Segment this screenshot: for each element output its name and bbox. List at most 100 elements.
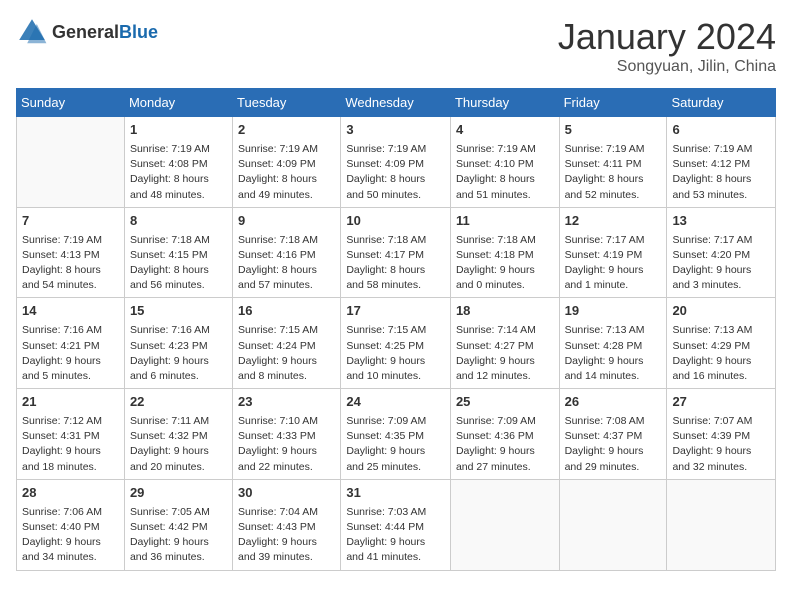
day-number: 20 [672, 302, 770, 321]
day-info: Sunrise: 7:05 AMSunset: 4:42 PMDaylight:… [130, 505, 227, 566]
day-info: Sunrise: 7:12 AMSunset: 4:31 PMDaylight:… [22, 414, 119, 475]
logo-icon [16, 16, 48, 48]
day-header-monday: Monday [124, 89, 232, 117]
calendar-table: SundayMondayTuesdayWednesdayThursdayFrid… [16, 88, 776, 571]
day-number: 18 [456, 302, 554, 321]
calendar-cell [450, 479, 559, 570]
day-info: Sunrise: 7:17 AMSunset: 4:20 PMDaylight:… [672, 233, 770, 294]
day-info: Sunrise: 7:16 AMSunset: 4:23 PMDaylight:… [130, 323, 227, 384]
day-info: Sunrise: 7:09 AMSunset: 4:35 PMDaylight:… [346, 414, 445, 475]
calendar-cell: 5Sunrise: 7:19 AMSunset: 4:11 PMDaylight… [559, 117, 667, 208]
day-number: 12 [565, 212, 662, 231]
day-info: Sunrise: 7:19 AMSunset: 4:08 PMDaylight:… [130, 142, 227, 203]
calendar-cell [559, 479, 667, 570]
day-info: Sunrise: 7:13 AMSunset: 4:29 PMDaylight:… [672, 323, 770, 384]
calendar-cell: 25 Sunrise: 7:09 AMSunset: 4:36 PMDayligh… [450, 389, 559, 480]
day-number: 27 [672, 393, 770, 412]
calendar-cell: 14 Sunrise: 7:16 AMSunset: 4:21 PMDayligh… [17, 298, 125, 389]
calendar-cell [17, 117, 125, 208]
day-number: 24 [346, 393, 445, 412]
calendar-cell: 26 Sunrise: 7:08 AMSunset: 4:37 PMDayligh… [559, 389, 667, 480]
calendar-cell: 9Sunrise: 7:18 AMSunset: 4:16 PMDaylight… [233, 207, 341, 298]
calendar-cell: 6Sunrise: 7:19 AMSunset: 4:12 PMDaylight… [667, 117, 776, 208]
calendar-cell: 17Sunrise: 7:15 AMSunset: 4:25 PMDayligh… [341, 298, 451, 389]
calendar-cell: 28 Sunrise: 7:06 AMSunset: 4:40 PMDayligh… [17, 479, 125, 570]
day-number: 13 [672, 212, 770, 231]
calendar-cell: 31Sunrise: 7:03 AMSunset: 4:44 PMDayligh… [341, 479, 451, 570]
location-title: Songyuan, Jilin, China [558, 58, 776, 76]
day-number: 16 [238, 302, 335, 321]
day-header-saturday: Saturday [667, 89, 776, 117]
day-info: Sunrise: 7:18 AMSunset: 4:17 PMDaylight:… [346, 233, 445, 294]
day-number: 21 [22, 393, 119, 412]
calendar-cell: 12 Sunrise: 7:17 AMSunset: 4:19 PMDayligh… [559, 207, 667, 298]
day-info: Sunrise: 7:13 AMSunset: 4:28 PMDaylight:… [565, 323, 662, 384]
day-info: Sunrise: 7:19 AMSunset: 4:09 PMDaylight:… [346, 142, 445, 203]
calendar-week-3: 14 Sunrise: 7:16 AMSunset: 4:21 PMDayligh… [17, 298, 776, 389]
calendar-week-1: 1Sunrise: 7:19 AMSunset: 4:08 PMDaylight… [17, 117, 776, 208]
day-number: 26 [565, 393, 662, 412]
day-info: Sunrise: 7:15 AMSunset: 4:24 PMDaylight:… [238, 323, 335, 384]
calendar-cell: 30 Sunrise: 7:04 AMSunset: 4:43 PMDayligh… [233, 479, 341, 570]
calendar-cell: 11 Sunrise: 7:18 AMSunset: 4:18 PMDayligh… [450, 207, 559, 298]
day-number: 7 [22, 212, 119, 231]
calendar-cell: 3 Sunrise: 7:19 AMSunset: 4:09 PMDaylight… [341, 117, 451, 208]
day-number: 23 [238, 393, 335, 412]
day-number: 30 [238, 484, 335, 503]
calendar-cell: 24 Sunrise: 7:09 AMSunset: 4:35 PMDayligh… [341, 389, 451, 480]
day-number: 22 [130, 393, 227, 412]
day-number: 10 [346, 212, 445, 231]
day-header-friday: Friday [559, 89, 667, 117]
day-number: 6 [672, 121, 770, 140]
logo-general: General [52, 22, 119, 42]
title-block: January 2024 Songyuan, Jilin, China [558, 16, 776, 76]
page-header: GeneralBlue January 2024 Songyuan, Jilin… [16, 16, 776, 76]
day-info: Sunrise: 7:19 AMSunset: 4:09 PMDaylight:… [238, 142, 335, 203]
calendar-cell: 4Sunrise: 7:19 AMSunset: 4:10 PMDaylight… [450, 117, 559, 208]
day-number: 8 [130, 212, 227, 231]
day-number: 19 [565, 302, 662, 321]
logo: GeneralBlue [16, 16, 158, 48]
day-number: 25 [456, 393, 554, 412]
day-info: Sunrise: 7:19 AMSunset: 4:10 PMDaylight:… [456, 142, 554, 203]
day-info: Sunrise: 7:03 AMSunset: 4:44 PMDaylight:… [346, 505, 445, 566]
logo-blue: Blue [119, 22, 158, 42]
day-info: Sunrise: 7:07 AMSunset: 4:39 PMDaylight:… [672, 414, 770, 475]
calendar-week-4: 21 Sunrise: 7:12 AMSunset: 4:31 PMDayligh… [17, 389, 776, 480]
day-header-tuesday: Tuesday [233, 89, 341, 117]
calendar-cell: 23 Sunrise: 7:10 AMSunset: 4:33 PMDayligh… [233, 389, 341, 480]
day-header-thursday: Thursday [450, 89, 559, 117]
calendar-cell: 18Sunrise: 7:14 AMSunset: 4:27 PMDayligh… [450, 298, 559, 389]
day-number: 28 [22, 484, 119, 503]
calendar-cell [667, 479, 776, 570]
calendar-header-row: SundayMondayTuesdayWednesdayThursdayFrid… [17, 89, 776, 117]
day-info: Sunrise: 7:19 AMSunset: 4:13 PMDaylight:… [22, 233, 119, 294]
calendar-cell: 20 Sunrise: 7:13 AMSunset: 4:29 PMDayligh… [667, 298, 776, 389]
calendar-cell: 15 Sunrise: 7:16 AMSunset: 4:23 PMDayligh… [124, 298, 232, 389]
calendar-cell: 27 Sunrise: 7:07 AMSunset: 4:39 PMDayligh… [667, 389, 776, 480]
day-number: 9 [238, 212, 335, 231]
day-info: Sunrise: 7:08 AMSunset: 4:37 PMDaylight:… [565, 414, 662, 475]
calendar-cell: 8Sunrise: 7:18 AMSunset: 4:15 PMDaylight… [124, 207, 232, 298]
calendar-cell: 22 Sunrise: 7:11 AMSunset: 4:32 PMDayligh… [124, 389, 232, 480]
day-info: Sunrise: 7:17 AMSunset: 4:19 PMDaylight:… [565, 233, 662, 294]
day-number: 17 [346, 302, 445, 321]
day-info: Sunrise: 7:10 AMSunset: 4:33 PMDaylight:… [238, 414, 335, 475]
day-number: 11 [456, 212, 554, 231]
day-number: 29 [130, 484, 227, 503]
day-info: Sunrise: 7:09 AMSunset: 4:36 PMDaylight:… [456, 414, 554, 475]
day-number: 14 [22, 302, 119, 321]
day-info: Sunrise: 7:16 AMSunset: 4:21 PMDaylight:… [22, 323, 119, 384]
day-info: Sunrise: 7:11 AMSunset: 4:32 PMDaylight:… [130, 414, 227, 475]
day-info: Sunrise: 7:18 AMSunset: 4:18 PMDaylight:… [456, 233, 554, 294]
day-info: Sunrise: 7:04 AMSunset: 4:43 PMDaylight:… [238, 505, 335, 566]
day-number: 3 [346, 121, 445, 140]
day-header-sunday: Sunday [17, 89, 125, 117]
day-info: Sunrise: 7:06 AMSunset: 4:40 PMDaylight:… [22, 505, 119, 566]
day-number: 15 [130, 302, 227, 321]
day-header-wednesday: Wednesday [341, 89, 451, 117]
calendar-cell: 21 Sunrise: 7:12 AMSunset: 4:31 PMDayligh… [17, 389, 125, 480]
day-info: Sunrise: 7:19 AMSunset: 4:11 PMDaylight:… [565, 142, 662, 203]
calendar-cell: 29 Sunrise: 7:05 AMSunset: 4:42 PMDayligh… [124, 479, 232, 570]
calendar-cell: 1Sunrise: 7:19 AMSunset: 4:08 PMDaylight… [124, 117, 232, 208]
